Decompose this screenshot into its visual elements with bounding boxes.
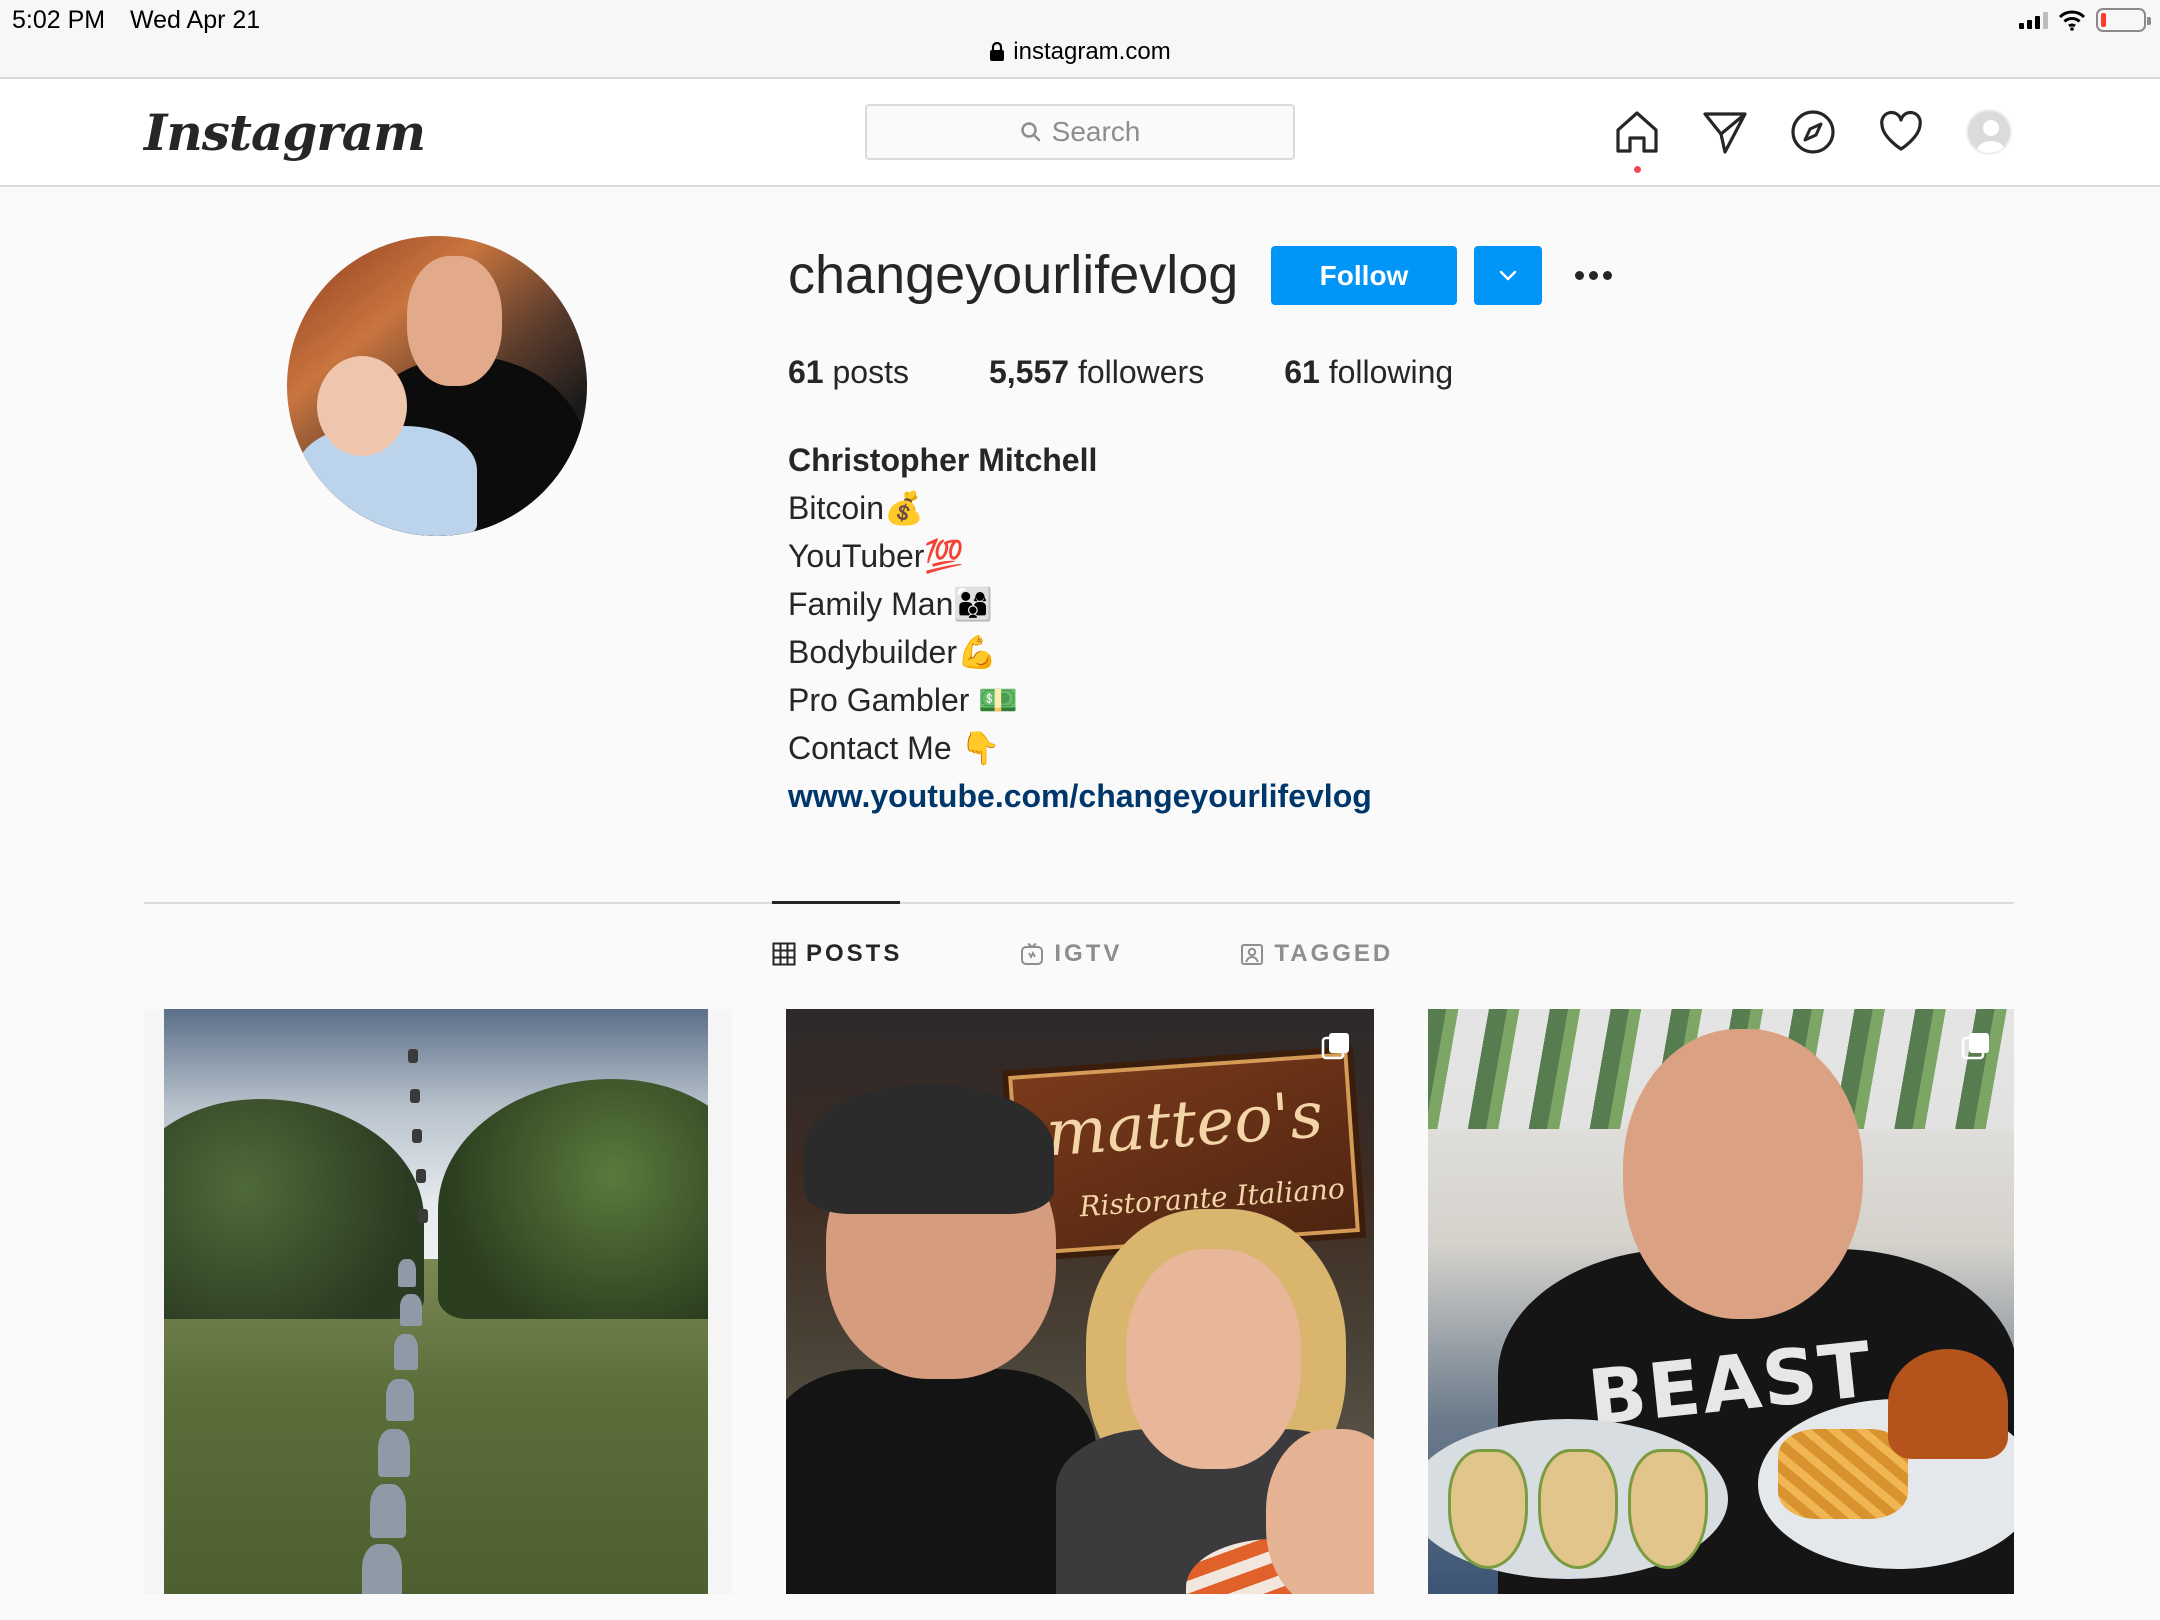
cellular-signal-icon — [2019, 11, 2048, 29]
status-indicators — [2019, 8, 2151, 32]
more-options-icon[interactable] — [1568, 256, 1618, 294]
following-stat[interactable]: 61 following — [1284, 354, 1453, 391]
post-thumbnail[interactable]: matteo's Ristorante Italiano — [786, 1009, 1374, 1594]
grid-icon — [772, 942, 796, 966]
follow-button[interactable]: Follow — [1271, 246, 1457, 305]
profile-tabs: POSTS IGTV TAGGED — [772, 940, 1511, 968]
multiple-photos-icon — [1321, 1033, 1349, 1060]
chevron-down-icon — [1499, 270, 1517, 280]
tagged-icon — [1241, 944, 1264, 965]
post-thumbnail[interactable]: BEAST — [1428, 1009, 2014, 1594]
activity-heart-icon[interactable] — [1876, 107, 1926, 157]
profile-username: changeyourlifevlog — [788, 245, 1239, 305]
bio-website-link[interactable]: www.youtube.com/changeyourlifevlog — [788, 778, 1372, 814]
multiple-photos-icon — [1961, 1033, 1989, 1060]
profile-picture[interactable] — [287, 236, 587, 536]
search-input[interactable]: Search — [865, 104, 1295, 160]
lock-icon — [990, 42, 1005, 61]
profile-avatar-icon[interactable] — [1964, 107, 2014, 157]
bio-line: Bitcoin💰 — [788, 490, 924, 526]
tab-posts[interactable]: POSTS — [772, 940, 902, 968]
profile-stats: 61 posts 5,557 followers 61 following — [788, 354, 1533, 391]
bio-line: Contact Me 👇 — [788, 730, 1001, 766]
tab-igtv[interactable]: IGTV — [1020, 940, 1122, 968]
profile-full-name: Christopher Mitchell — [788, 442, 1098, 478]
instagram-top-nav: Instagram Search — [0, 79, 2160, 187]
nav-icons — [1612, 107, 2014, 173]
active-tab-indicator — [772, 901, 900, 904]
home-notification-dot — [1634, 166, 1641, 173]
profile-bio: Christopher Mitchell Bitcoin💰 YouTuber💯 … — [788, 436, 1372, 820]
bio-line: Bodybuilder💪 — [788, 634, 997, 670]
followers-stat[interactable]: 5,557 followers — [989, 354, 1204, 391]
post-thumbnail[interactable] — [144, 1009, 732, 1594]
url-bar[interactable]: instagram.com — [0, 38, 2160, 66]
posts-stat: 61 posts — [788, 354, 909, 390]
tab-tagged[interactable]: TAGGED — [1240, 940, 1393, 968]
bio-line: Pro Gambler 💵 — [788, 682, 1019, 718]
wifi-icon — [2058, 10, 2086, 31]
url-text: instagram.com — [1013, 38, 1171, 65]
tabs-divider — [144, 902, 2014, 904]
browser-status-bar: 5:02 PM Wed Apr 21 instagram.com — [0, 0, 2160, 79]
status-date: Wed Apr 21 — [130, 6, 261, 34]
avatar — [1966, 109, 2012, 155]
instagram-logo[interactable]: Instagram — [144, 103, 426, 162]
direct-message-icon[interactable] — [1700, 107, 1750, 157]
home-icon[interactable] — [1612, 107, 1662, 173]
explore-compass-icon[interactable] — [1788, 107, 1838, 157]
igtv-icon — [1021, 942, 1044, 965]
status-time: 5:02 PM — [12, 6, 106, 34]
bio-line: Family Man👨‍👩‍👦 — [788, 586, 994, 622]
post-image — [164, 1009, 708, 1594]
bio-line: YouTuber💯 — [788, 538, 965, 574]
search-placeholder: Search — [1051, 116, 1141, 147]
search-icon — [1020, 122, 1040, 142]
suggested-accounts-dropdown-button[interactable] — [1474, 246, 1542, 305]
battery-icon — [2096, 8, 2151, 32]
